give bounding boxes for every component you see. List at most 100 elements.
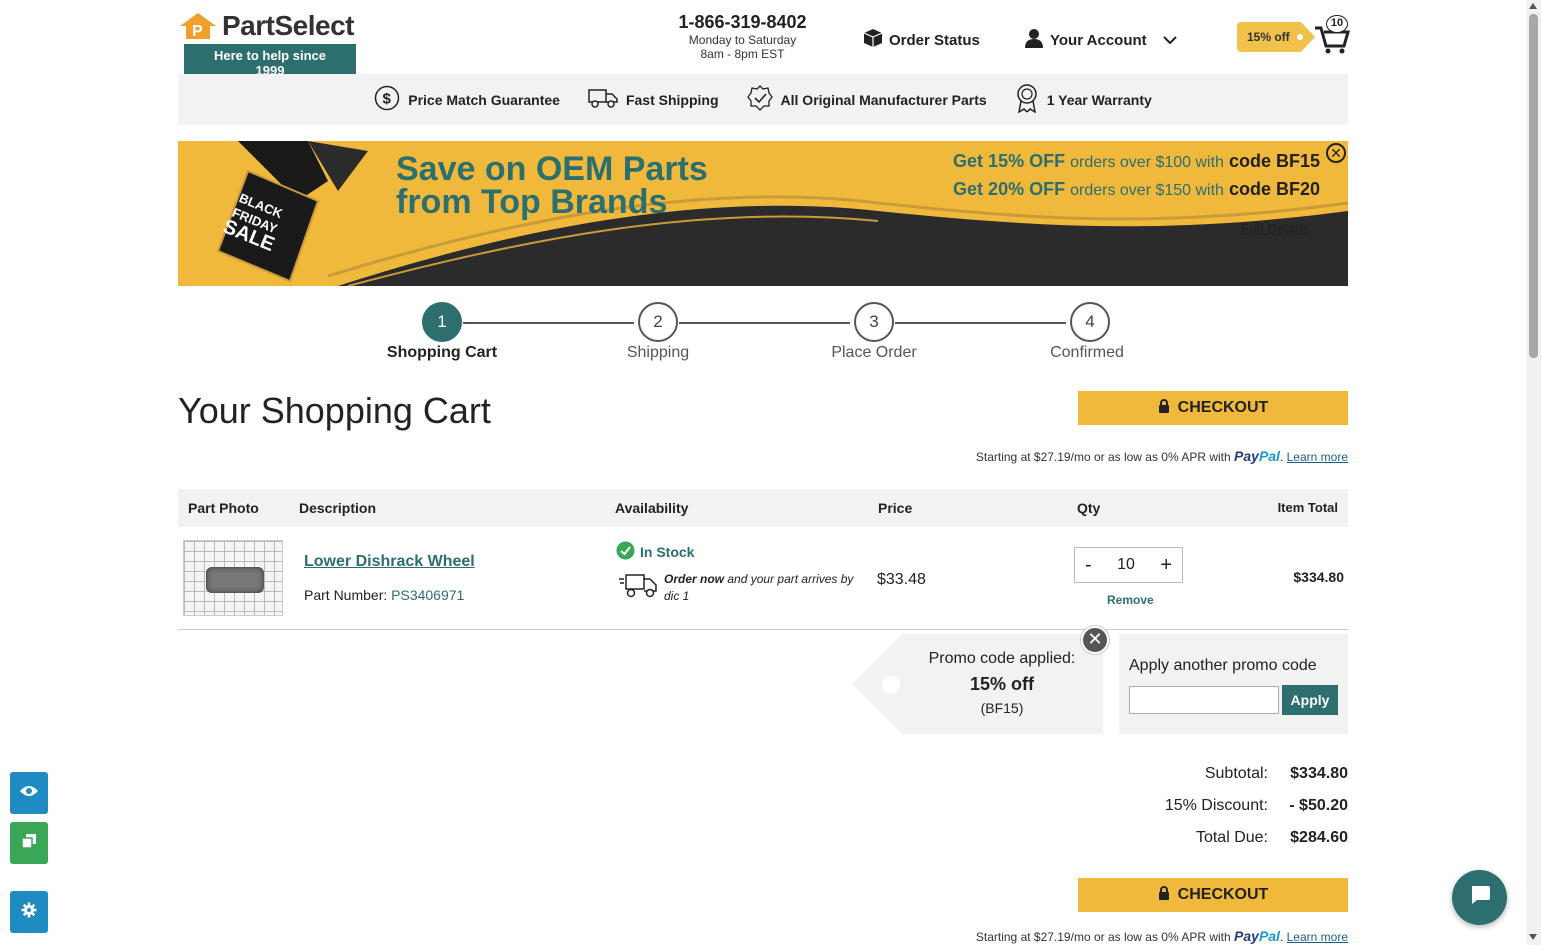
paypal-logo: PayPal <box>1234 448 1280 464</box>
lock-icon <box>1158 885 1170 905</box>
benefit-price-match[interactable]: $ Price Match Guarantee <box>374 85 560 114</box>
copy-icon <box>21 833 37 854</box>
apply-promo-button[interactable]: Apply <box>1282 685 1338 715</box>
scroll-thumb[interactable] <box>1529 14 1538 358</box>
promo-code-form: Apply another promo code Apply <box>1119 634 1348 734</box>
step-3-label: Place Order <box>831 344 917 361</box>
ribbon-icon <box>1015 83 1039 116</box>
total-due-row: Total Due: $284.60 <box>1195 829 1348 846</box>
gear-icon <box>21 902 37 923</box>
banner-offer-20: Get 20% OFF orders over $150 with code B… <box>953 179 1320 199</box>
part-photo[interactable] <box>183 540 283 616</box>
delivery-estimate: Order now and your part arrives by dic 1 <box>618 571 858 605</box>
remove-promo-button[interactable]: ✕ <box>1081 626 1109 654</box>
step-connector <box>679 322 850 324</box>
tag-hole <box>882 676 900 694</box>
paypal-logo: PayPal <box>1234 928 1280 944</box>
promo-applied-value: 15% off <box>969 674 1034 694</box>
view-tool-button[interactable] <box>10 772 48 814</box>
check-circle-icon <box>616 541 635 563</box>
scroll-up-arrow-icon[interactable] <box>1529 3 1537 9</box>
quantity-stepper[interactable]: - 10 + <box>1074 547 1183 583</box>
col-header-photo: Part Photo <box>188 500 259 516</box>
phone-number[interactable]: 1-866-319-8402 <box>660 12 825 33</box>
step-4-circle: 4 <box>1070 302 1110 342</box>
remove-item-link[interactable]: Remove <box>1107 593 1154 607</box>
benefits-bar: $ Price Match Guarantee Fast Shipping Al… <box>178 74 1348 125</box>
part-image <box>206 567 264 593</box>
item-price: $33.48 <box>877 571 926 588</box>
copy-tool-button[interactable] <box>10 822 48 864</box>
page-title: Your Shopping Cart <box>178 390 491 431</box>
settings-tool-button[interactable] <box>10 891 48 933</box>
paypal-financing-top: Starting at $27.19/mo or as low as 0% AP… <box>975 448 1348 464</box>
benefit-warranty[interactable]: 1 Year Warranty <box>1015 83 1152 116</box>
contact-phone: 1-866-319-8402 Monday to Saturday 8am - … <box>660 12 825 61</box>
banner-title: Save on OEM Parts from Top Brands <box>396 152 708 221</box>
benefit-original-parts[interactable]: All Original Manufacturer Parts <box>746 85 987 114</box>
scroll-down-arrow-icon[interactable] <box>1529 934 1537 940</box>
qty-increment-button[interactable]: + <box>1160 554 1172 577</box>
promo-applied-tag: Promo code applied: 15% off (BF15) <box>852 634 1103 734</box>
availability-status: In Stock <box>616 541 694 563</box>
house-logo-icon: P <box>178 12 218 40</box>
account-menu[interactable]: Your Account <box>1024 28 1177 52</box>
qty-value[interactable]: 10 <box>1117 556 1135 574</box>
col-header-description: Description <box>299 500 377 516</box>
user-icon <box>1024 28 1044 52</box>
order-status-label: Order Status <box>889 31 980 49</box>
part-name-link[interactable]: Lower Dishrack Wheel <box>304 553 475 571</box>
part-number-value: PS3406971 <box>391 587 465 603</box>
discount-row: 15% Discount: - $50.20 <box>1164 797 1348 814</box>
benefit-fast-shipping[interactable]: Fast Shipping <box>588 87 719 112</box>
order-status-link[interactable]: Order Status <box>863 28 980 52</box>
hours-line-2: 8am - 8pm EST <box>700 47 785 61</box>
dollar-icon: $ <box>374 85 400 114</box>
promo-banner[interactable]: BLACK FRIDAY SALE Save on OEM Parts from… <box>178 141 1348 286</box>
chat-bubble-icon <box>1469 884 1491 911</box>
step-1-label: Shopping Cart <box>386 344 498 361</box>
cart-table-header: Part Photo Description Availability Pric… <box>178 489 1348 527</box>
subtotal-row: Subtotal: $334.80 <box>1204 765 1348 782</box>
svg-text:P: P <box>192 23 203 40</box>
banner-close-button[interactable]: ✕ <box>1326 143 1346 163</box>
checkout-button-bottom[interactable]: CHECKOUT <box>1078 878 1348 912</box>
step-2-circle: 2 <box>638 302 678 342</box>
col-header-qty: Qty <box>1077 500 1101 516</box>
paypal-financing-bottom: Starting at $27.19/mo or as low as 0% AP… <box>975 928 1348 944</box>
truck-icon <box>588 87 618 112</box>
banner-title-line: from Top Brands <box>396 183 668 221</box>
benefit-label: Price Match Guarantee <box>408 91 560 108</box>
full-details-link[interactable]: Full Details <box>1241 221 1310 236</box>
banner-offer-15: Get 15% OFF orders over $100 with code B… <box>953 151 1320 171</box>
checkout-label: CHECKOUT <box>1177 399 1269 416</box>
box-icon <box>863 28 883 52</box>
delivery-truck-icon <box>618 571 658 605</box>
learn-more-link[interactable]: Learn more <box>1287 450 1348 464</box>
eye-icon <box>19 784 39 803</box>
step-3-circle: 3 <box>854 302 894 342</box>
cart-button[interactable]: 10 <box>1314 14 1350 54</box>
step-connector <box>895 322 1066 324</box>
part-number: Part Number: PS3406971 <box>304 587 465 603</box>
promo-applied-label: Promo code applied: <box>928 650 1076 667</box>
promo-input-label: Apply another promo code <box>1129 657 1317 674</box>
item-total: $334.80 <box>1293 569 1344 585</box>
checkout-button-top[interactable]: CHECKOUT <box>1078 391 1348 425</box>
col-header-item-total: Item Total <box>1277 500 1338 515</box>
checkout-steps: 1 2 3 4 Shopping Cart Shipping Place Ord… <box>380 302 1140 366</box>
chat-button[interactable] <box>1452 870 1507 925</box>
promo-applied-code: (BF15) <box>980 700 1024 716</box>
site-logo[interactable]: P PartSelect Here to help since 1999 <box>178 10 358 82</box>
learn-more-link[interactable]: Learn more <box>1287 930 1348 944</box>
cart-icon <box>1314 26 1350 58</box>
logo-name: PartSelect <box>222 10 354 41</box>
promo-code-input[interactable] <box>1129 686 1279 714</box>
qty-decrement-button[interactable]: - <box>1085 554 1092 577</box>
promo-badge[interactable]: 15% off <box>1237 22 1315 52</box>
page-scrollbar[interactable] <box>1526 0 1541 945</box>
step-1-circle: 1 <box>422 302 462 342</box>
step-connector <box>463 322 634 324</box>
cart-item-row: Lower Dishrack Wheel Part Number: PS3406… <box>178 529 1348 630</box>
benefit-label: All Original Manufacturer Parts <box>780 91 987 108</box>
